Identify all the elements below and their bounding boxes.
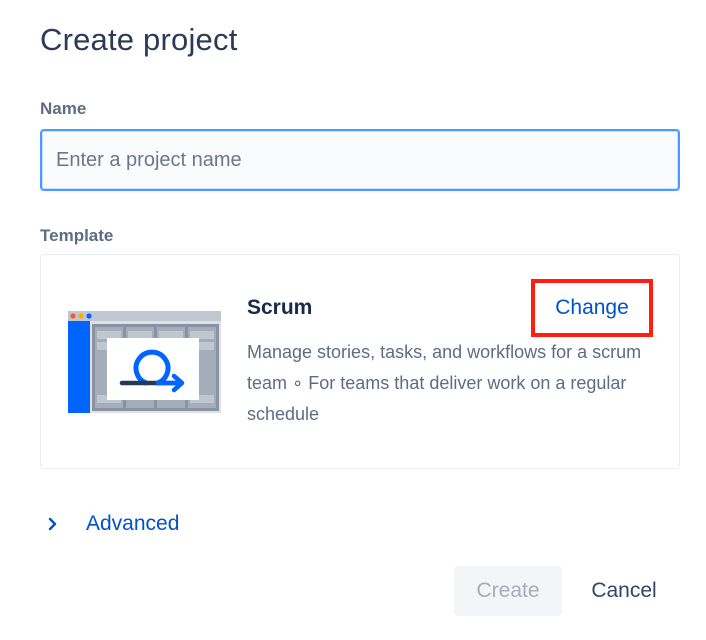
project-name-input[interactable] [40,129,680,191]
create-button[interactable]: Create [454,566,562,616]
template-description: Manage stories, tasks, and workflows for… [247,342,642,424]
advanced-toggle[interactable]: Advanced [44,512,179,536]
template-label: Template [40,226,114,245]
advanced-label: Advanced [86,512,180,535]
scrum-board-illustration-icon [68,311,221,413]
name-label: Name [40,99,87,118]
cancel-button[interactable]: Cancel [572,566,676,616]
dialog-title: Create project [40,22,238,57]
chevron-right-icon [48,517,57,531]
template-card: Scrum Manage stories, tasks, and workflo… [40,254,680,469]
template-name: Scrum [247,296,313,319]
change-template-button[interactable]: Change [531,279,653,337]
